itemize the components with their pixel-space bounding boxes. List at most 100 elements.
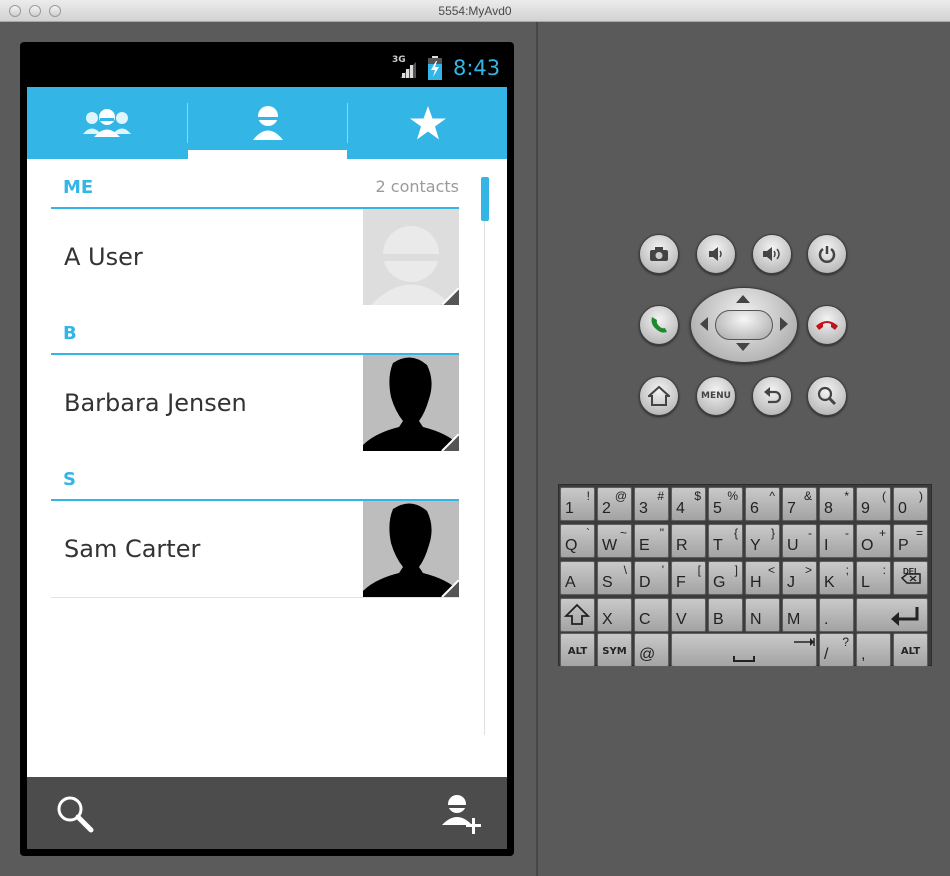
key-4[interactable]: 4 $ [671, 487, 706, 521]
dpad-up-icon[interactable] [735, 294, 751, 304]
dpad-left-icon[interactable] [699, 316, 709, 332]
key-label: Y [750, 537, 761, 554]
tab-groups[interactable] [27, 87, 187, 159]
key-f[interactable]: F[ [671, 561, 706, 595]
key-y[interactable]: Y} [745, 524, 780, 558]
key-2[interactable]: 2 @ [597, 487, 632, 521]
key-label: N [750, 611, 762, 628]
key-9[interactable]: 9( [856, 487, 891, 521]
key-alt-label: ) [919, 489, 923, 503]
key-alt-label: \ [623, 563, 627, 577]
camera-button[interactable] [639, 234, 679, 274]
key-5[interactable]: 5% [708, 487, 743, 521]
key-alt-label: ` [586, 526, 590, 540]
key-1[interactable]: 1! [560, 487, 595, 521]
key-c[interactable]: C [634, 598, 669, 632]
key-alt-label: ! [586, 489, 590, 503]
key-alt-label: [ [697, 563, 701, 577]
key-period[interactable]: . [819, 598, 854, 632]
space-key[interactable] [671, 633, 817, 667]
key-label: 6 [750, 500, 759, 517]
key-alt-label: ? [842, 635, 849, 649]
key-k[interactable]: K; [819, 561, 854, 595]
key-l[interactable]: L: [856, 561, 891, 595]
contact-name: Barbara Jensen [64, 389, 247, 417]
key-3[interactable]: 3 # [634, 487, 669, 521]
call-icon [651, 317, 667, 333]
key-at[interactable]: @ [634, 633, 669, 667]
key-e[interactable]: E " [634, 524, 669, 558]
window-titlebar: 5554:MyAvd0 [0, 0, 950, 22]
key-n[interactable]: N [745, 598, 780, 632]
list-item[interactable]: A User [51, 209, 459, 305]
key-x[interactable]: X [597, 598, 632, 632]
key-d[interactable]: D ' [634, 561, 669, 595]
key-label: B [713, 611, 724, 628]
key-comma[interactable]: , [856, 633, 891, 667]
volume-up-button[interactable] [752, 234, 792, 274]
key-b[interactable]: B [708, 598, 743, 632]
list-item[interactable]: Sam Carter [51, 501, 459, 597]
home-button[interactable] [639, 376, 679, 416]
battery-charging-icon [428, 56, 442, 80]
section-letter: S [63, 469, 76, 490]
key-u[interactable]: U- [782, 524, 817, 558]
list-item[interactable]: Barbara Jensen [51, 355, 459, 451]
back-button[interactable] [752, 376, 792, 416]
tab-favorites[interactable] [348, 87, 507, 159]
key-v[interactable]: V [671, 598, 706, 632]
add-contact-icon[interactable] [441, 793, 483, 835]
volume-down-button[interactable] [696, 234, 736, 274]
contact-name: Sam Carter [64, 535, 201, 563]
key-6[interactable]: 6 ^ [745, 487, 780, 521]
delete-key[interactable]: DEL [893, 561, 928, 595]
key-label: V [676, 611, 687, 628]
person-icon [252, 106, 283, 140]
shift-key[interactable] [560, 598, 595, 632]
key-h[interactable]: H < [745, 561, 780, 595]
key-0[interactable]: 0) [893, 487, 928, 521]
bottom-action-bar [27, 777, 507, 849]
key-o[interactable]: O + [856, 524, 891, 558]
key-label: C [639, 611, 651, 628]
menu-button[interactable]: MENU [696, 376, 736, 416]
key-alt-label: # [657, 489, 664, 503]
key-alt-label: $ [694, 489, 701, 503]
key-label: 9 [861, 500, 870, 517]
alt-left-key[interactable]: ALT [560, 633, 595, 667]
key-g[interactable]: G] [708, 561, 743, 595]
key-label: X [602, 611, 613, 628]
dpad-center-button[interactable] [715, 310, 773, 340]
end-call-button[interactable] [807, 305, 847, 345]
sym-key[interactable]: SYM [597, 633, 632, 667]
key-p[interactable]: P = [893, 524, 928, 558]
dpad-down-icon[interactable] [735, 342, 751, 352]
key-7[interactable]: 7 & [782, 487, 817, 521]
call-button[interactable] [639, 305, 679, 345]
key-i[interactable]: I- [819, 524, 854, 558]
key-label: 5 [713, 500, 722, 517]
hw-search-button[interactable] [807, 376, 847, 416]
key-alt-label: ^ [769, 489, 775, 503]
key-r[interactable]: R [671, 524, 706, 558]
key-8[interactable]: 8 * [819, 487, 854, 521]
selected-tab-indicator [188, 150, 347, 159]
key-s[interactable]: S \ [597, 561, 632, 595]
key-q[interactable]: Q ` [560, 524, 595, 558]
key-label: F [676, 574, 686, 591]
search-icon[interactable] [55, 794, 95, 834]
key-alt-label: = [915, 526, 923, 540]
key-j[interactable]: J > [782, 561, 817, 595]
alt-right-key[interactable]: ALT [893, 633, 928, 667]
enter-key[interactable] [856, 598, 928, 632]
tab-all-contacts[interactable] [188, 87, 347, 159]
power-button[interactable] [807, 234, 847, 274]
key-w[interactable]: W ~ [597, 524, 632, 558]
dpad-right-icon[interactable] [779, 316, 789, 332]
key-a[interactable]: A [560, 561, 595, 595]
key-label: A [565, 574, 576, 591]
key-slash[interactable]: /? [819, 633, 854, 667]
key-m[interactable]: M [782, 598, 817, 632]
key-t[interactable]: T{ [708, 524, 743, 558]
scrollbar-thumb[interactable] [481, 177, 489, 221]
